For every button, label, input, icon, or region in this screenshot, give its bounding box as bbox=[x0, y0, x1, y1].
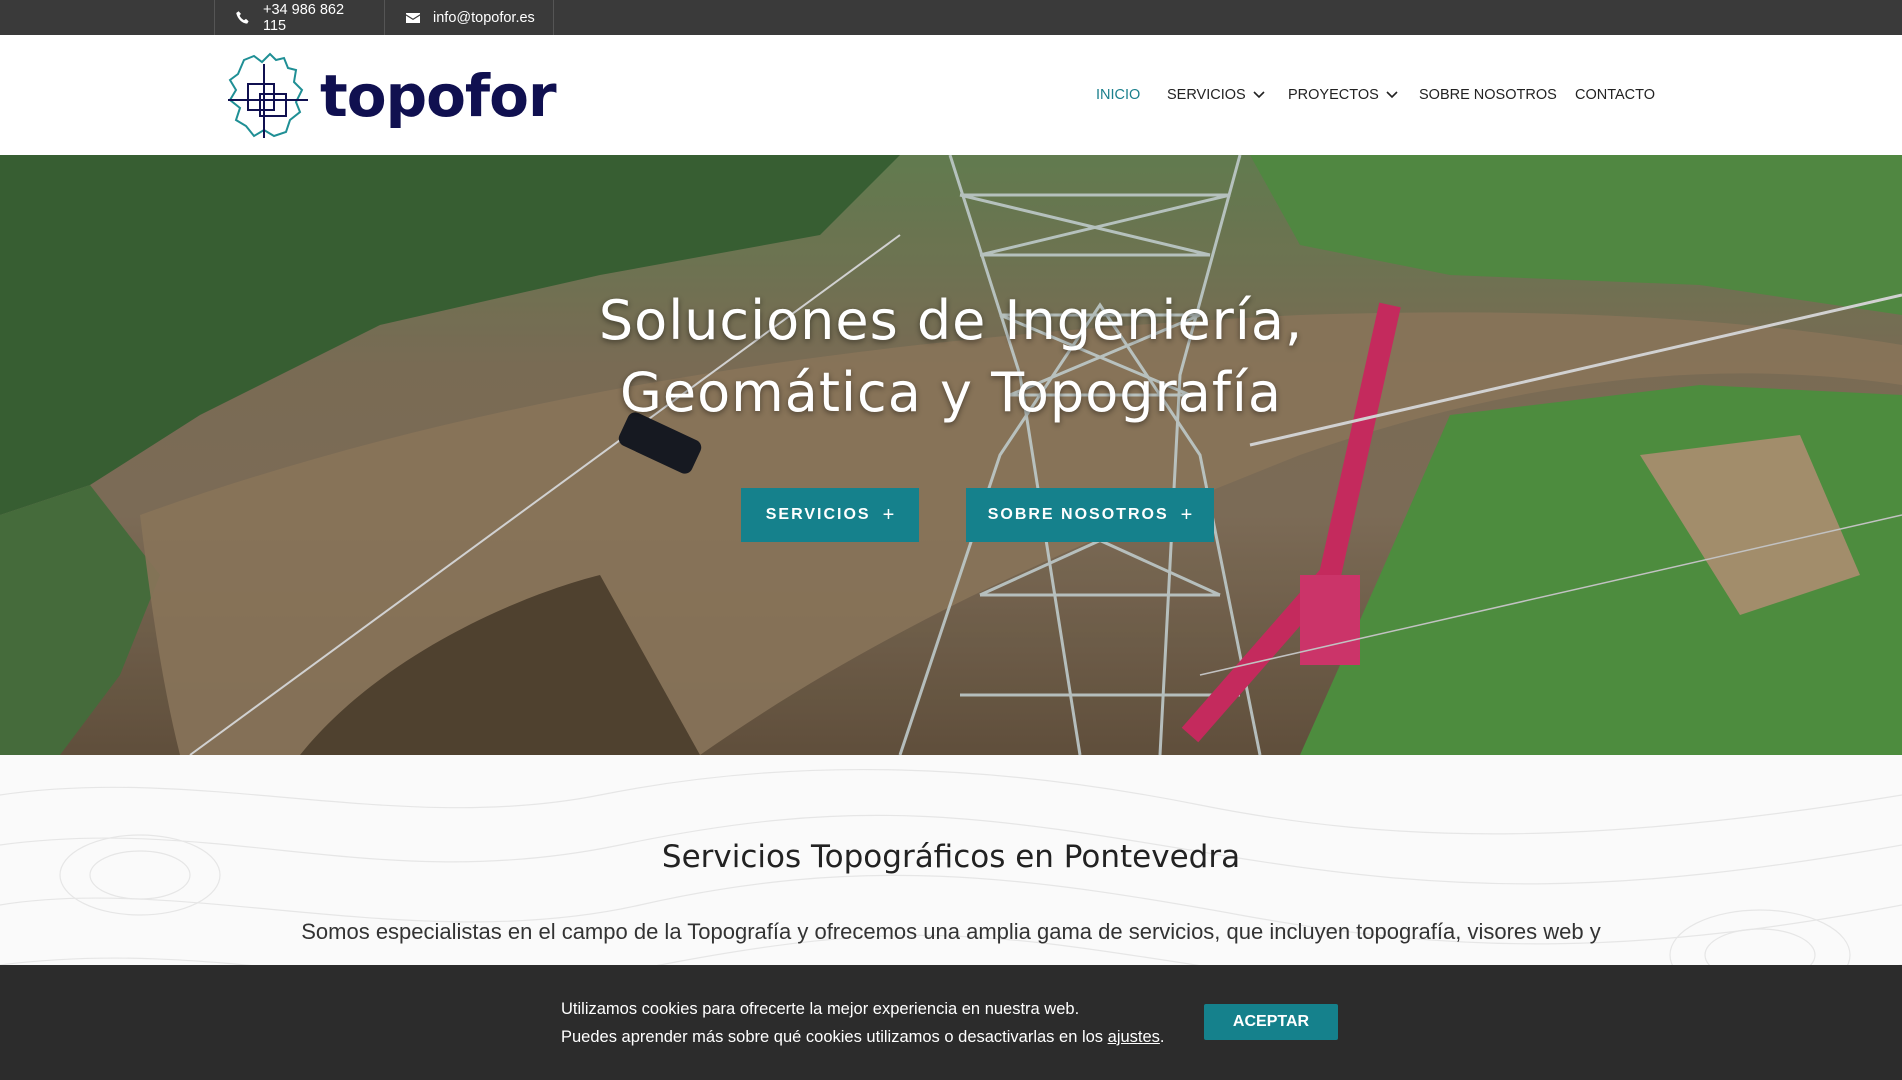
about-us-button-label: SOBRE NOSOTROS bbox=[987, 506, 1169, 523]
intro-heading: Servicios Topográficos en Pontevedra bbox=[661, 839, 1241, 875]
services-button[interactable]: SERVICIOS + bbox=[741, 488, 919, 542]
cookie-message-period: . bbox=[1159, 1028, 1165, 1046]
galicia-map-logo-icon bbox=[228, 52, 308, 138]
nav-item-proyectos[interactable]: PROYECTOS bbox=[1288, 87, 1398, 103]
cookie-message-text: Puedes aprender más sobre qué cookies ut… bbox=[561, 1028, 1108, 1046]
email-address: info@topofor.es bbox=[433, 9, 535, 26]
chevron-down-icon bbox=[1253, 91, 1265, 99]
nav-item-contacto[interactable]: CONTACTO bbox=[1575, 87, 1655, 103]
nav-item-label: CONTACTO bbox=[1575, 87, 1656, 103]
cookie-message: Utilizamos cookies para ofrecerte la mej… bbox=[561, 995, 1165, 1051]
cookie-banner: Utilizamos cookies para ofrecerte la mej… bbox=[0, 965, 1902, 1080]
nav-item-label: PROYECTOS bbox=[1288, 87, 1379, 103]
cookie-message-line-1: Utilizamos cookies para ofrecerte la mej… bbox=[561, 1000, 1080, 1018]
accept-cookies-button[interactable]: ACEPTAR bbox=[1204, 1004, 1338, 1040]
cookie-settings-link[interactable]: ajustes bbox=[1108, 1028, 1160, 1046]
phone-icon bbox=[236, 10, 249, 24]
nav-item-servicios[interactable]: SERVICIOS bbox=[1167, 87, 1265, 103]
site-header: topofor INICIO SERVICIOS PROYECTOS SOBRE… bbox=[0, 35, 1902, 155]
nav-item-label: SERVICIOS bbox=[1167, 87, 1246, 103]
hero-aerial-image bbox=[0, 155, 1902, 755]
plus-icon: + bbox=[1180, 503, 1193, 526]
nav-item-label: SOBRE NOSOTROS bbox=[1419, 87, 1557, 103]
plus-icon: + bbox=[882, 503, 895, 526]
logo-wordmark: topofor bbox=[320, 61, 557, 130]
hero-title-line-2: Geomática y Topografía bbox=[620, 361, 1282, 424]
about-us-button[interactable]: SOBRE NOSOTROS + bbox=[966, 488, 1214, 542]
nav-item-sobre-nosotros[interactable]: SOBRE NOSOTROS bbox=[1419, 87, 1557, 103]
phone-contact[interactable]: +34 986 862 115 bbox=[214, 0, 384, 35]
site-logo[interactable]: topofor bbox=[224, 48, 564, 143]
top-contact-bar: +34 986 862 115 info@topofor.es bbox=[0, 0, 1902, 35]
email-contact[interactable]: info@topofor.es bbox=[384, 0, 554, 35]
hero-title-line-1: Soluciones de Ingeniería, bbox=[598, 289, 1304, 352]
cookie-message-line-2: Puedes aprender más sobre qué cookies ut… bbox=[561, 1023, 1165, 1051]
hero-title: Soluciones de Ingeniería, Geomática y To… bbox=[0, 285, 1902, 429]
intro-paragraph: Somos especialistas en el campo de la To… bbox=[301, 919, 1601, 944]
envelope-icon bbox=[406, 12, 420, 23]
nav-item-label: INICIO bbox=[1096, 87, 1141, 103]
hero-banner: Soluciones de Ingeniería, Geomática y To… bbox=[0, 155, 1902, 755]
nav-item-inicio[interactable]: INICIO bbox=[1096, 87, 1140, 103]
chevron-down-icon bbox=[1386, 91, 1398, 99]
services-button-label: SERVICIOS bbox=[765, 506, 871, 523]
phone-number: +34 986 862 115 bbox=[263, 1, 345, 34]
